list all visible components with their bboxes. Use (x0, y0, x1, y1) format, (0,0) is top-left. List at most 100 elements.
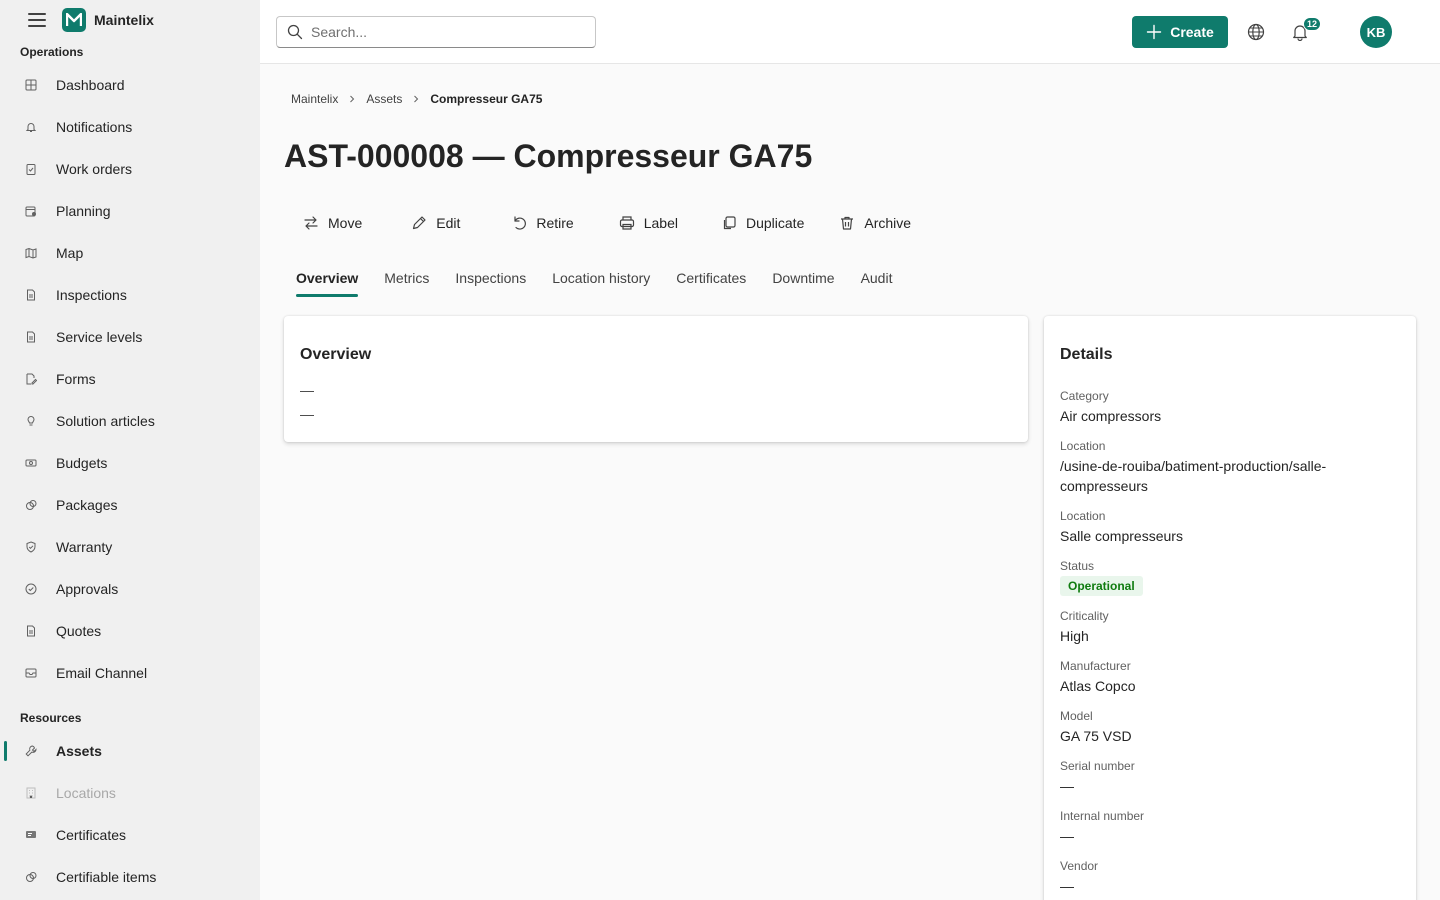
user-avatar[interactable]: KB (1360, 16, 1392, 48)
detail-label: Location (1060, 439, 1106, 453)
label-button[interactable]: Label (608, 206, 688, 240)
detail-field-criticality: Criticality High (1060, 608, 1400, 646)
detail-field-internal-number: Internal number — (1060, 808, 1400, 846)
sidebar-item-solution-articles[interactable]: Solution articles (0, 400, 260, 442)
asset-tabs: Overview Metrics Inspections Location histo… (284, 262, 906, 300)
hamburger-menu-icon[interactable] (28, 13, 46, 27)
breadcrumb: Maintelix Assets Compresseur GA75 (291, 92, 542, 106)
details-fields: Category Air compressors Location/usine-de… (1060, 388, 1400, 896)
overview-card: Overview — — (284, 316, 1028, 442)
certificate-icon (24, 828, 38, 842)
detail-label: Location (1060, 509, 1106, 523)
package-icon (24, 870, 38, 884)
notifications-button[interactable]: 12 (1288, 17, 1322, 44)
sidebar-item-label: Solution articles (56, 413, 155, 429)
calendar-icon (24, 204, 38, 218)
sidebar-item-dashboard[interactable]: Dashboard (0, 64, 260, 106)
sidebar-item-quotes[interactable]: Quotes (0, 610, 260, 652)
duplicate-button-label: Duplicate (745, 215, 805, 231)
detail-value: Atlas Copco (1060, 678, 1136, 694)
tab-overview[interactable]: Overview (284, 262, 370, 297)
sidebar-item-planning[interactable]: Planning (0, 190, 260, 232)
trash-icon (838, 214, 856, 232)
breadcrumb-link-assets[interactable]: Assets (366, 92, 402, 106)
create-button-label: Create (1170, 24, 1214, 40)
sidebar-item-certifiable-items[interactable]: Certifiable items (0, 856, 260, 898)
sidebar-item-budgets[interactable]: Budgets (0, 442, 260, 484)
detail-label: Internal number (1060, 809, 1145, 823)
sidebar-item-label: Notifications (56, 119, 133, 135)
detail-field-vendor: Vendor — (1060, 858, 1400, 896)
map-icon (24, 246, 38, 260)
detail-label: Manufacturer (1060, 659, 1131, 673)
sidebar-item-packages[interactable]: Packages (0, 484, 260, 526)
retire-button[interactable]: Retire (500, 206, 583, 240)
tab-location-history[interactable]: Location history (540, 262, 662, 294)
page-title: AST-000008 — Compresseur GA75 (284, 138, 813, 174)
overview-line: — (300, 382, 314, 398)
app-logo (62, 8, 86, 32)
sidebar-item-work-orders[interactable]: Work orders (0, 148, 260, 190)
detail-field-manufacturer: Manufacturer Atlas Copco (1060, 658, 1400, 696)
undo-icon (510, 214, 528, 232)
tab-downtime[interactable]: Downtime (760, 262, 846, 294)
detail-label: Status (1060, 559, 1095, 573)
sidebar-item-label: Work orders (56, 161, 132, 177)
edit-button[interactable]: Edit (400, 206, 470, 240)
sidebar-item-inspections[interactable]: Inspections (0, 274, 260, 316)
duplicate-button[interactable]: Duplicate (710, 206, 814, 240)
top-bar: Create 12 KB (260, 0, 1440, 64)
search-input[interactable] (311, 24, 581, 40)
sidebar-item-forms[interactable]: Forms (0, 358, 260, 400)
search-icon (287, 24, 303, 40)
sidebar-item-label: Assets (56, 743, 102, 759)
move-button[interactable]: Move (292, 206, 372, 240)
detail-value: Salle compresseurs (1060, 528, 1183, 544)
dashboard-icon (24, 78, 38, 92)
notification-count-badge: 12 (1303, 17, 1322, 31)
breadcrumb-link-maintelix[interactable]: Maintelix (291, 92, 338, 106)
tab-audit[interactable]: Audit (849, 262, 905, 294)
sidebar-item-label: Inspections (56, 287, 127, 303)
app-name: Maintelix (94, 12, 154, 28)
sidebar-item-label: Dashboard (56, 77, 125, 93)
sidebar-item-locations[interactable]: Locations (0, 772, 260, 814)
search-box[interactable] (276, 16, 596, 48)
sidebar-item-service-levels[interactable]: Service levels (0, 316, 260, 358)
sidebar-item-email-channel[interactable]: Email Channel (0, 652, 260, 694)
sidebar-item-approvals[interactable]: Approvals (0, 568, 260, 610)
sidebar-item-label: Budgets (56, 455, 108, 471)
clipboard-icon (24, 162, 38, 176)
chevron-right-icon (348, 95, 356, 103)
sidebar-nav: Operations Dashboard Notifications Work ord… (0, 40, 260, 898)
archive-button[interactable]: Archive (828, 206, 921, 240)
sidebar-item-label: Approvals (56, 581, 119, 597)
tab-certificates[interactable]: Certificates (664, 262, 758, 294)
tab-metrics[interactable]: Metrics (372, 262, 441, 294)
sidebar-item-certificates[interactable]: Certificates (0, 814, 260, 856)
wrench-icon (24, 744, 38, 758)
sidebar-item-label: Map (56, 245, 84, 261)
retire-button-label: Retire (536, 215, 574, 231)
sidebar-item-map[interactable]: Map (0, 232, 260, 274)
sidebar-item-warranty[interactable]: Warranty (0, 526, 260, 568)
document-icon (24, 330, 38, 344)
detail-value: Air compressors (1060, 408, 1162, 424)
details-card-title: Details (1060, 346, 1113, 363)
lightbulb-icon (24, 414, 38, 428)
archive-button-label: Archive (864, 215, 912, 231)
sidebar-item-label: Quotes (56, 623, 102, 639)
overview-card-title: Overview (300, 346, 372, 363)
sidebar-item-notifications[interactable]: Notifications (0, 106, 260, 148)
detail-label: Category (1060, 389, 1109, 403)
create-button[interactable]: Create (1132, 16, 1228, 48)
globe-icon[interactable] (1244, 20, 1268, 44)
detail-value: — (1060, 778, 1074, 794)
sidebar-item-label: Certifiable items (56, 869, 157, 885)
sidebar-item-label: Planning (56, 203, 111, 219)
package-icon (24, 498, 38, 512)
breadcrumb-current: Compresseur GA75 (430, 92, 543, 106)
sidebar-item-assets[interactable]: Assets (0, 730, 260, 772)
tab-inspections[interactable]: Inspections (443, 262, 538, 294)
overview-line: — (300, 406, 314, 422)
